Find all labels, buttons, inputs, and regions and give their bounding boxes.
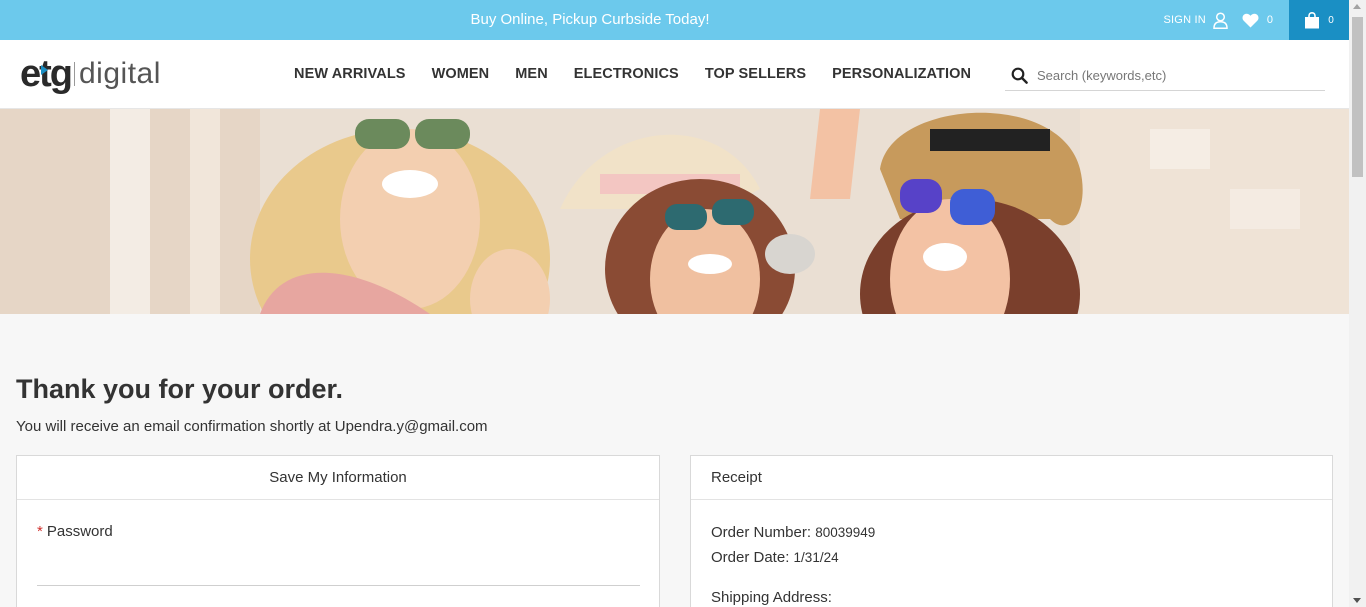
- sign-in-label: SIGN IN: [1163, 14, 1206, 26]
- shipping-address-label: Shipping Address:: [711, 589, 832, 606]
- order-number-value: 80039949: [815, 525, 876, 540]
- main-nav: NEW ARRIVALS WOMEN MEN ELECTRONICS TOP S…: [294, 40, 997, 108]
- heart-icon: [1242, 13, 1259, 27]
- page-scrollbar[interactable]: [1349, 0, 1366, 607]
- save-information-heading: Save My Information: [17, 456, 659, 500]
- scroll-up-arrow-icon[interactable]: [1353, 4, 1361, 9]
- scrollbar-thumb[interactable]: [1352, 17, 1363, 177]
- nav-men[interactable]: MEN: [515, 66, 548, 82]
- search-icon[interactable]: [1011, 67, 1028, 84]
- password-label-text: Password: [46, 523, 113, 540]
- site-header: etg digital NEW ARRIVALS WOMEN MEN ELECT…: [0, 40, 1349, 109]
- cart-count: 0: [1328, 14, 1334, 26]
- promo-bar: Buy Online, Pickup Curbside Today! SIGN …: [0, 0, 1349, 40]
- hero-banner-illustration: [0, 109, 1349, 314]
- page-title: Thank you for your order.: [16, 374, 344, 404]
- required-mark: *: [37, 523, 43, 540]
- site-logo[interactable]: etg digital: [20, 52, 161, 96]
- logo-divider: [74, 62, 75, 86]
- nav-personalization[interactable]: PERSONALIZATION: [832, 66, 971, 82]
- nav-new-arrivals[interactable]: NEW ARRIVALS: [294, 66, 406, 82]
- wishlist-button[interactable]: 0: [1242, 13, 1273, 28]
- shopping-bag-icon: [1305, 11, 1320, 28]
- receipt-heading: Receipt: [691, 456, 1332, 500]
- hero-banner-image: [0, 109, 1349, 314]
- email-confirmation-note: You will receive an email confirmation s…: [16, 418, 488, 435]
- search-input[interactable]: [1037, 67, 1307, 83]
- order-number-label: Order Number:: [711, 524, 812, 541]
- nav-top-sellers[interactable]: TOP SELLERS: [705, 66, 806, 82]
- wishlist-count: 0: [1266, 14, 1273, 26]
- password-label: * Password: [37, 523, 113, 540]
- scroll-down-arrow-icon[interactable]: [1353, 598, 1361, 603]
- order-date-label: Order Date:: [711, 549, 790, 566]
- logo-secondary-text: digital: [79, 57, 161, 90]
- logo-arrow-icon: [41, 65, 48, 75]
- search-box: [1005, 60, 1325, 91]
- promo-text: Buy Online, Pickup Curbside Today!: [470, 11, 710, 28]
- user-icon: [1213, 11, 1228, 29]
- password-field[interactable]: [37, 554, 640, 586]
- cart-button[interactable]: 0: [1289, 0, 1349, 40]
- nav-electronics[interactable]: ELECTRONICS: [574, 66, 679, 82]
- nav-women[interactable]: WOMEN: [432, 66, 490, 82]
- receipt-panel: Receipt Order Number: 80039949 Order Dat…: [690, 455, 1333, 607]
- sign-in-link[interactable]: SIGN IN: [1163, 11, 1228, 29]
- order-date-value: 1/31/24: [793, 550, 839, 565]
- save-information-panel: Save My Information * Password: [16, 455, 660, 607]
- order-number-row: Order Number: 80039949: [711, 524, 875, 541]
- order-date-row: Order Date: 1/31/24: [711, 549, 839, 566]
- account-actions: SIGN IN 0 0: [1164, 0, 1349, 40]
